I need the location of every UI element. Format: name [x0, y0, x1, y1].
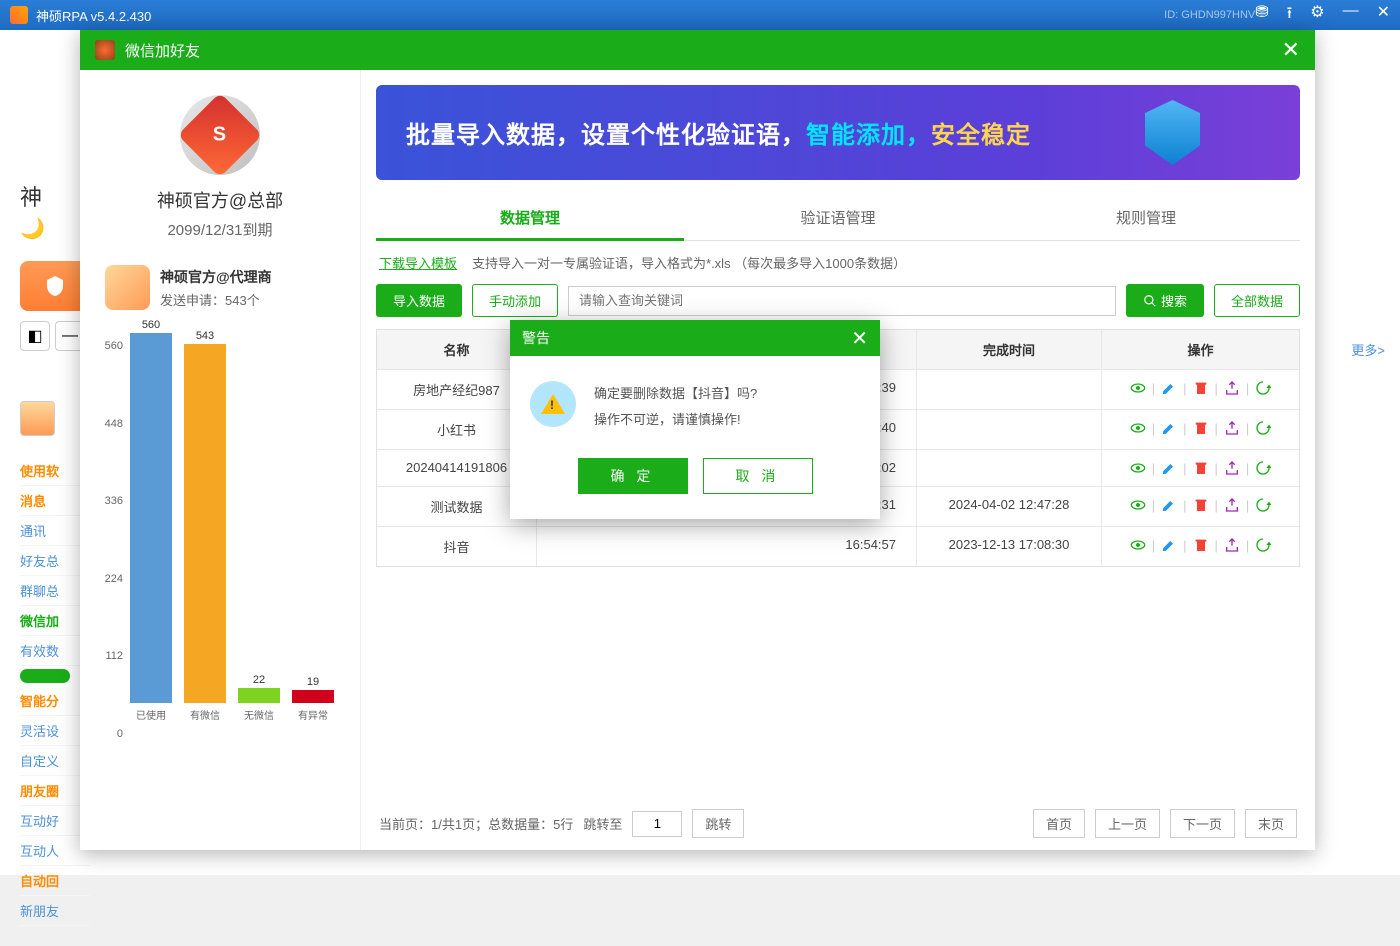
dialog-cancel-button[interactable]: 取 消: [703, 458, 813, 494]
bg-nav-item[interactable]: 自动回: [20, 866, 90, 896]
agent-sent: 发送申请：543个: [160, 290, 272, 309]
edit-icon[interactable]: [1161, 460, 1177, 476]
pagination: 当前页：1/共1页；总数据量：5行 跳转至 跳转 首页 上一页 下一页 末页: [361, 797, 1315, 850]
export-icon[interactable]: [1224, 537, 1240, 553]
prev-page-button[interactable]: 上一页: [1095, 809, 1160, 838]
db-icon[interactable]: ⛃: [1255, 2, 1268, 29]
dialog-line1: 确定要删除数据【抖音】吗?: [594, 381, 757, 407]
tab-rules[interactable]: 规则管理: [992, 195, 1300, 240]
edit-icon[interactable]: [1161, 497, 1177, 513]
bg-id: ID: GHDN997HNV: [1164, 9, 1255, 21]
chart-bar: 19有异常: [292, 676, 334, 722]
chart-bar: 543有微信: [184, 330, 226, 722]
modal-header: 微信加好友 ✕: [80, 30, 1315, 70]
modal-title: 微信加好友: [125, 40, 1282, 61]
agent-icon: [105, 265, 150, 310]
jump-input[interactable]: [632, 811, 682, 837]
refresh-icon[interactable]: [1255, 460, 1271, 476]
search-input[interactable]: [568, 286, 1116, 316]
delete-icon[interactable]: [1193, 537, 1209, 553]
jump-label: 跳转至: [583, 814, 622, 833]
app-logo-icon: [10, 6, 28, 24]
bg-nav-item[interactable]: 新朋友: [20, 896, 90, 926]
agent-row: 神硕官方@代理商 发送申请：543个: [95, 265, 272, 310]
confirm-dialog: 警告 ✕ 确定要删除数据【抖音】吗? 操作不可逆，请谨慎操作! 确 定 取 消: [510, 320, 880, 519]
export-icon[interactable]: [1224, 460, 1240, 476]
delete-icon[interactable]: [1193, 420, 1209, 436]
modal-close-icon[interactable]: ✕: [1282, 37, 1300, 63]
warning-icon: [530, 381, 576, 427]
bg-title: 神硕RPA v5.4.2.430: [36, 6, 1134, 25]
upload-icon[interactable]: ⭱: [1287, 2, 1293, 29]
banner-t2: 智能添加，: [806, 122, 931, 149]
hint-row: 下载导入模板支持导入一对一专属验证语，导入格式为*.xls （每次最多导入100…: [361, 241, 1315, 284]
chart-bar: 560已使用: [130, 319, 172, 722]
tool-3[interactable]: [20, 401, 55, 436]
next-page-button[interactable]: 下一页: [1170, 809, 1235, 838]
stats-chart: 5604483362241120 560已使用543有微信22无微信19有异常: [95, 340, 345, 760]
tool-1[interactable]: ◧: [20, 321, 50, 351]
search-button-label: 搜索: [1161, 291, 1187, 310]
banner-t3: 安全稳定: [931, 122, 1031, 149]
import-button[interactable]: 导入数据: [376, 284, 462, 317]
close-icon[interactable]: ✕: [1377, 2, 1390, 29]
banner-t1: 批量导入数据，设置个性化验证语，: [406, 122, 806, 149]
page-info: 当前页：1/共1页；总数据量：5行: [379, 814, 573, 833]
refresh-icon[interactable]: [1255, 497, 1271, 513]
export-icon[interactable]: [1224, 380, 1240, 396]
refresh-icon[interactable]: [1255, 537, 1271, 553]
manual-add-button[interactable]: 手动添加: [472, 284, 558, 317]
delete-icon[interactable]: [1193, 497, 1209, 513]
view-icon[interactable]: [1130, 537, 1146, 553]
more-link[interactable]: 更多>: [1351, 340, 1385, 359]
user-name: 神硕官方@总部: [157, 187, 283, 213]
bg-titlebar: 神硕RPA v5.4.2.430 ID: GHDN997HNV ⛃ ⭱ ⚙ — …: [0, 0, 1400, 30]
th-act: 操作: [1102, 330, 1299, 369]
download-template-link[interactable]: 下载导入模板: [379, 256, 457, 271]
dialog-close-icon[interactable]: ✕: [851, 326, 868, 351]
shield-icon: [1145, 100, 1200, 165]
jump-button[interactable]: 跳转: [692, 809, 744, 838]
modal-logo-icon: [95, 40, 115, 60]
view-icon[interactable]: [1130, 420, 1146, 436]
search-button[interactable]: 搜索: [1126, 284, 1204, 317]
chart-bar: 22无微信: [238, 674, 280, 722]
export-icon[interactable]: [1224, 497, 1240, 513]
edit-icon[interactable]: [1161, 537, 1177, 553]
view-icon[interactable]: [1130, 497, 1146, 513]
dialog-line2: 操作不可逆，请谨慎操作!: [594, 407, 757, 433]
refresh-icon[interactable]: [1255, 420, 1271, 436]
hint-text: 支持导入一对一专属验证语，导入格式为*.xls （每次最多导入1000条数据）: [472, 256, 906, 271]
first-page-button[interactable]: 首页: [1033, 809, 1085, 838]
feature-banner: 批量导入数据，设置个性化验证语，智能添加，安全稳定: [376, 85, 1300, 180]
gear-icon[interactable]: ⚙: [1310, 2, 1324, 29]
th-ftime: 完成时间: [917, 330, 1102, 369]
agent-name: 神硕官方@代理商: [160, 267, 272, 287]
refresh-icon[interactable]: [1255, 380, 1271, 396]
edit-icon[interactable]: [1161, 420, 1177, 436]
dialog-ok-button[interactable]: 确 定: [578, 458, 688, 494]
delete-icon[interactable]: [1193, 460, 1209, 476]
minimize-icon[interactable]: —: [1343, 2, 1359, 29]
tab-data[interactable]: 数据管理: [376, 195, 684, 240]
tab-bar: 数据管理 验证语管理 规则管理: [376, 195, 1300, 241]
user-avatar: S: [180, 95, 260, 175]
view-icon[interactable]: [1130, 380, 1146, 396]
view-icon[interactable]: [1130, 460, 1146, 476]
table-row: 抖音16:54:572023-12-13 17:08:30||||: [377, 526, 1299, 566]
delete-icon[interactable]: [1193, 380, 1209, 396]
tab-verify[interactable]: 验证语管理: [684, 195, 992, 240]
dialog-title: 警告: [522, 328, 851, 348]
edit-icon[interactable]: [1161, 380, 1177, 396]
all-data-button[interactable]: 全部数据: [1214, 284, 1300, 317]
window-controls: ⛃ ⭱ ⚙ — ✕: [1255, 2, 1390, 29]
last-page-button[interactable]: 末页: [1245, 809, 1297, 838]
modal-left-panel: S 神硕官方@总部 2099/12/31到期 神硕官方@代理商 发送申请：543…: [80, 70, 360, 850]
user-expire: 2099/12/31到期: [167, 219, 272, 240]
export-icon[interactable]: [1224, 420, 1240, 436]
